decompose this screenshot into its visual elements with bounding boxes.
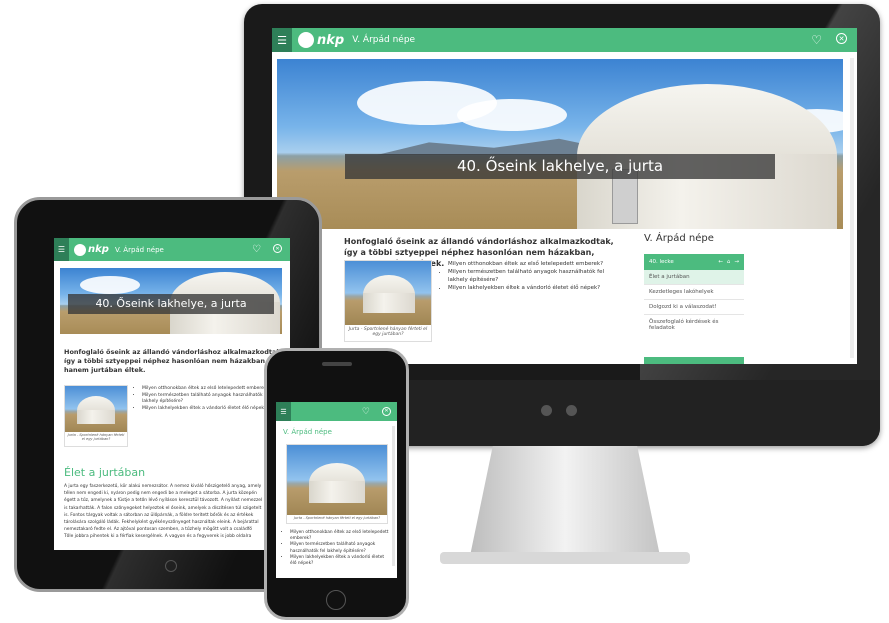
heart-icon[interactable]: ♡ bbox=[362, 407, 370, 417]
arrow-right-icon[interactable]: → bbox=[734, 259, 739, 265]
sidebar-title: V. Árpád népe bbox=[644, 233, 714, 244]
sidebar-title: V. Árpád népe bbox=[283, 428, 332, 436]
body-line: égett a tűz, amelynek a füstje a tetőn l… bbox=[64, 498, 263, 504]
sidebar-item[interactable]: Összefoglaló kérdések és feladatok bbox=[644, 315, 744, 335]
cloud bbox=[457, 99, 567, 131]
yurt-thumbnail[interactable] bbox=[345, 261, 431, 325]
list-icon: ☰ bbox=[277, 33, 287, 47]
question-list: Milyen otthonokban éltek az első letelep… bbox=[284, 530, 390, 567]
app-title: V. Árpád népe bbox=[352, 35, 416, 45]
sidebar-item-active[interactable]: Élet a jurtában bbox=[644, 270, 744, 285]
section-body: A jurta egy faszerkezetű, kör alakú neme… bbox=[64, 483, 286, 541]
yurt-thumbnail[interactable] bbox=[287, 445, 387, 515]
logo[interactable]: nkp bbox=[74, 243, 109, 256]
sidebar-item[interactable]: Kezdetleges lakóhelyek bbox=[644, 285, 744, 300]
scrollbar[interactable] bbox=[850, 58, 854, 358]
question-item: Milyen természetben található anyagok ha… bbox=[448, 268, 620, 284]
question-item: Milyen természetben található anyagok ha… bbox=[290, 542, 390, 554]
tablet-screen: ☰ nkp V. Árpád népe ♡ ✕ 40. Őseink lakhe… bbox=[54, 238, 290, 550]
phone-screen: ☰ ♡ ✕ V. Árpád népe Jurta - Sportnlené h… bbox=[276, 402, 397, 578]
heart-icon[interactable]: ♡ bbox=[811, 33, 822, 47]
yurt-wall bbox=[77, 410, 115, 424]
close-circle-icon[interactable]: ✕ bbox=[273, 244, 282, 253]
close-circle-icon[interactable]: ✕ bbox=[382, 406, 391, 416]
question-item: Milyen lakhelyekben éltek a vándorló éle… bbox=[448, 284, 620, 292]
app-bar: ☰ ♡ ✕ bbox=[276, 402, 397, 421]
image-caption: Jurta - Sportnlené hányan férteti el egy… bbox=[293, 516, 381, 520]
tablet-home-button[interactable] bbox=[165, 560, 177, 572]
heart-icon[interactable]: ♡ bbox=[252, 244, 261, 255]
question-item: Milyen otthonokban éltek az első letelep… bbox=[290, 530, 390, 542]
menu-button[interactable]: ☰ bbox=[54, 238, 69, 261]
lesson-intro: Honfoglaló őseink az állandó vándorlásho… bbox=[64, 348, 284, 374]
app-bar-actions: ♡ ✕ bbox=[362, 406, 397, 417]
question-item: Milyen lakhelyekben éltek a vándorló éle… bbox=[290, 555, 390, 567]
logo-text: nkp bbox=[88, 244, 109, 255]
lesson-figure: Jurta - Sportnlené hányan férteti el egy… bbox=[286, 444, 388, 524]
logo[interactable]: nkp bbox=[298, 32, 344, 48]
app-bar: ☰ nkp V. Árpád népe ♡ ✕ bbox=[272, 28, 857, 52]
menu-button[interactable]: ☰ bbox=[272, 28, 292, 52]
camera-dot bbox=[541, 405, 552, 416]
cloud bbox=[80, 276, 140, 294]
body-line: tárolására szolgáló ládák. Fekhelyként g… bbox=[64, 520, 259, 526]
question-list: Milyen otthonokban éltek az első letelep… bbox=[440, 260, 620, 292]
list-icon: ☰ bbox=[280, 407, 287, 416]
sidebar-item[interactable]: Dolgozd ki a válaszodat! bbox=[644, 300, 744, 315]
scrollbar[interactable] bbox=[392, 426, 395, 566]
lesson-number: 40. lecke bbox=[649, 259, 674, 265]
monitor-stand bbox=[470, 446, 660, 556]
logo-mark bbox=[298, 32, 314, 48]
yurt-thumbnail[interactable] bbox=[65, 386, 127, 432]
image-caption: Jurta - Sportnlené hányan férteti el egy… bbox=[67, 433, 125, 441]
lesson-figure: Jurta - Sportnlené hányan férteti el egy… bbox=[64, 385, 128, 447]
list-icon: ☰ bbox=[57, 245, 66, 254]
section-heading: Élet a jurtában bbox=[64, 466, 146, 479]
camera-dot bbox=[566, 405, 577, 416]
lesson-nav: 40. lecke ← ⌂ → bbox=[644, 254, 744, 270]
sidebar: V. Árpád népe 40. lecke ← ⌂ → Élet a jur… bbox=[644, 233, 744, 364]
logo-mark bbox=[74, 243, 86, 256]
yurt-wall bbox=[309, 481, 365, 503]
image-caption: Jurta - Sportnlené hányan férteti el egy… bbox=[348, 327, 428, 337]
home-icon[interactable]: ⌂ bbox=[727, 259, 731, 265]
hero-image: 40. Őseink lakhelye, a jurta bbox=[60, 268, 282, 334]
monitor-base bbox=[440, 552, 690, 564]
yurt-roof bbox=[577, 84, 837, 164]
phone-speaker bbox=[322, 362, 352, 366]
lesson-banner: 40. Őseink lakhelye, a jurta bbox=[345, 154, 775, 179]
app-bar: ☰ nkp V. Árpád népe ♡ ✕ bbox=[54, 238, 290, 261]
lesson-figure: Jurta - Sportnlené hányan férteti el egy… bbox=[344, 260, 432, 342]
body-line: télen nem engedi ki, nyáron pedig nem en… bbox=[64, 491, 257, 497]
yurt-wall bbox=[363, 293, 415, 313]
phone-home-button[interactable] bbox=[326, 590, 346, 610]
body-line: is takarhatták. A falon szőnyegeket hely… bbox=[64, 505, 262, 511]
question-item: Milyen otthonokban éltek az első letelep… bbox=[448, 260, 620, 268]
app-title: V. Árpád népe bbox=[114, 245, 164, 254]
sidebar-footer-bar bbox=[644, 357, 744, 364]
close-circle-icon[interactable]: ✕ bbox=[836, 33, 847, 44]
body-line: nemeztakaró fedte el. Az ajtóval pontosa… bbox=[64, 527, 252, 533]
desktop-screen: ☰ nkp V. Árpád népe ♡ ✕ 40. Őseink lakhe… bbox=[272, 28, 857, 364]
menu-button[interactable]: ☰ bbox=[276, 402, 291, 421]
lesson-banner: 40. Őseink lakhelye, a jurta bbox=[68, 294, 274, 314]
arrow-left-icon[interactable]: ← bbox=[718, 259, 723, 265]
body-line: is. Fontos tárgyak voltak a sátorban az … bbox=[64, 512, 254, 518]
app-bar-actions: ♡ ✕ bbox=[252, 244, 290, 255]
app-bar-actions: ♡ ✕ bbox=[811, 33, 857, 47]
body-line: A jurta egy faszerkezetű, kör alakú neme… bbox=[64, 484, 262, 489]
body-line: Tőle jobbra pihentek ki a férfiak keserg… bbox=[64, 534, 252, 540]
hero-image: 40. Őseink lakhelye, a jurta bbox=[277, 59, 843, 229]
logo-text: nkp bbox=[317, 32, 345, 48]
